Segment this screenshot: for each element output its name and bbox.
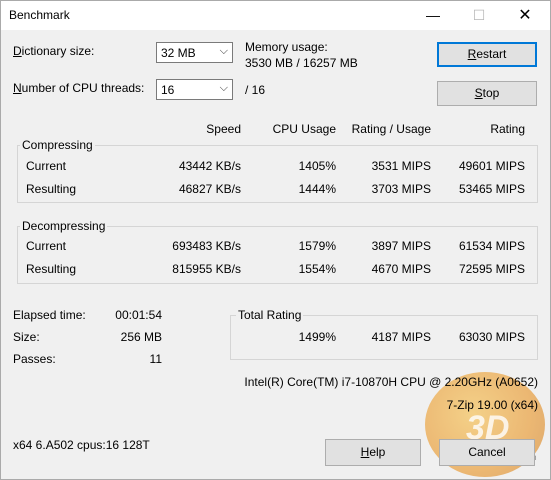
total-rating-title: Total Rating xyxy=(236,308,304,322)
decompressing-title: Decompressing xyxy=(20,219,108,233)
decompressing-current-cpu: 1579% xyxy=(298,239,336,253)
compressing-current-rating: 49601 MIPS xyxy=(458,159,525,173)
dictionary-size-label: Dictionary size: xyxy=(13,44,94,58)
benchmark-window: Benchmark — ☐ ✕ Dictionary size: 32 MB ⌵… xyxy=(0,0,551,480)
size-value: 256 MB xyxy=(120,330,162,344)
restart-text: estart xyxy=(476,47,507,61)
compressing-current-speed: 43442 KB/s xyxy=(178,159,241,173)
decompressing-current-label: Current xyxy=(26,239,67,253)
cancel-button[interactable]: Cancel xyxy=(439,439,535,466)
restart-button[interactable]: Restart xyxy=(437,42,537,67)
stop-accel: S xyxy=(474,86,483,100)
cpu-name: Intel(R) Core(TM) i7-10870H CPU @ 2.20GH… xyxy=(244,375,538,389)
decompressing-current-speed: 693483 KB/s xyxy=(172,239,241,253)
stop-text: top xyxy=(482,86,500,100)
chevron-down-icon: ⌵ xyxy=(219,45,228,57)
total-rating-usage: 4187 MIPS xyxy=(371,330,431,344)
compressing-title: Compressing xyxy=(20,138,95,152)
compressing-resulting-speed: 46827 KB/s xyxy=(178,182,241,196)
compressing-resulting-rating: 53465 MIPS xyxy=(458,182,525,196)
close-button[interactable]: ✕ xyxy=(502,1,548,30)
decompressing-resulting-speed: 815955 KB/s xyxy=(172,262,241,276)
chevron-down-icon: ⌵ xyxy=(219,82,228,94)
memory-usage-value: 3530 MB / 16257 MB xyxy=(245,56,358,70)
window-title: Benchmark xyxy=(9,8,70,22)
total-rating-value: 63030 MIPS xyxy=(458,330,525,344)
column-rating-usage: Rating / Usage xyxy=(351,122,431,136)
passes-value: 11 xyxy=(149,352,162,366)
total-cpu: 1499% xyxy=(298,330,336,344)
title-bar[interactable]: Benchmark — ☐ ✕ xyxy=(1,1,550,30)
minimize-button[interactable]: — xyxy=(410,1,456,30)
program-version: 7-Zip 19.00 (x64) xyxy=(446,398,538,412)
decompressing-resulting-rating-usage: 4670 MIPS xyxy=(371,262,431,276)
compressing-resulting-rating-usage: 3703 MIPS xyxy=(371,182,431,196)
help-button[interactable]: Help xyxy=(325,439,421,466)
size-label: Size: xyxy=(13,330,40,344)
cpu-threads-label-text: umber of CPU threads: xyxy=(21,81,145,95)
column-speed: Speed xyxy=(206,122,241,136)
decompressing-current-rating-usage: 3897 MIPS xyxy=(371,239,431,253)
dictionary-size-select[interactable]: 32 MB ⌵ xyxy=(156,42,233,63)
maximize-button[interactable]: ☐ xyxy=(456,1,502,30)
decompressing-resulting-label: Resulting xyxy=(26,262,77,276)
compressing-current-label: Current xyxy=(26,159,67,173)
cpu-threads-select[interactable]: 16 ⌵ xyxy=(156,79,233,100)
compressing-current-rating-usage: 3531 MIPS xyxy=(371,159,431,173)
compressing-current-cpu: 1405% xyxy=(298,159,336,173)
compressing-resulting-cpu: 1444% xyxy=(298,182,336,196)
cpu-threads-label-accel: N xyxy=(13,81,22,95)
dictionary-size-value: 32 MB xyxy=(161,46,196,60)
memory-usage-label: Memory usage: xyxy=(245,40,328,54)
help-text: elp xyxy=(369,445,386,459)
decompressing-resulting-rating: 72595 MIPS xyxy=(458,262,525,276)
column-cpu-usage: CPU Usage xyxy=(272,122,336,136)
dictionary-size-label-text: ictionary size: xyxy=(21,44,95,58)
elapsed-time-value: 00:01:54 xyxy=(115,308,162,322)
cpu-threads-value: 16 xyxy=(161,83,175,97)
dictionary-size-label-accel: D xyxy=(13,44,22,58)
compressing-resulting-label: Resulting xyxy=(26,182,77,196)
cpu-threads-label: Number of CPU threads: xyxy=(13,81,144,95)
stop-button[interactable]: Stop xyxy=(437,81,537,106)
passes-label: Passes: xyxy=(13,352,56,366)
column-rating: Rating xyxy=(490,122,525,136)
system-arch: x64 6.A502 cpus:16 128T xyxy=(13,438,150,452)
cpu-threads-total: / 16 xyxy=(245,83,266,97)
decompressing-current-rating: 61534 MIPS xyxy=(458,239,525,253)
elapsed-time-label: Elapsed time: xyxy=(13,308,86,322)
decompressing-resulting-cpu: 1554% xyxy=(298,262,336,276)
